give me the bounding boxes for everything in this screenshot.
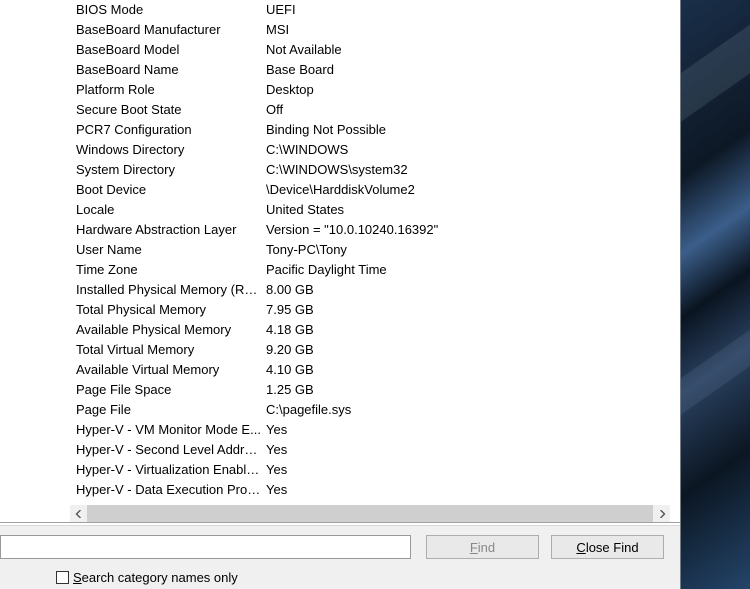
property-value: United States: [266, 200, 680, 220]
property-row[interactable]: BaseBoard NameBase Board: [76, 60, 680, 80]
system-info-window: BIOS ModeUEFIBaseBoard ManufacturerMSIBa…: [0, 0, 681, 589]
property-value: \Device\HarddiskVolume2: [266, 180, 680, 200]
property-row[interactable]: Available Physical Memory4.18 GB: [76, 320, 680, 340]
property-label: Windows Directory: [76, 140, 266, 160]
property-row[interactable]: Hardware Abstraction LayerVersion = "10.…: [76, 220, 680, 240]
property-label: System Directory: [76, 160, 266, 180]
property-label: Hyper-V - Data Execution Prote...: [76, 480, 266, 500]
property-value: C:\pagefile.sys: [266, 400, 680, 420]
property-label: Page File: [76, 400, 266, 420]
property-label: PCR7 Configuration: [76, 120, 266, 140]
property-value: Version = "10.0.10240.16392": [266, 220, 680, 240]
property-label: Available Physical Memory: [76, 320, 266, 340]
property-value: Yes: [266, 480, 680, 500]
property-label: Total Physical Memory: [76, 300, 266, 320]
property-value: Binding Not Possible: [266, 120, 680, 140]
property-row[interactable]: Page File Space1.25 GB: [76, 380, 680, 400]
property-label: Secure Boot State: [76, 100, 266, 120]
property-label: Page File Space: [76, 380, 266, 400]
property-value: Yes: [266, 460, 680, 480]
find-button[interactable]: Find: [426, 535, 539, 559]
scroll-right-icon[interactable]: [653, 505, 670, 522]
property-row[interactable]: Boot Device\Device\HarddiskVolume2: [76, 180, 680, 200]
property-label: Installed Physical Memory (RAM): [76, 280, 266, 300]
property-row[interactable]: Installed Physical Memory (RAM)8.00 GB: [76, 280, 680, 300]
scroll-left-icon[interactable]: [70, 505, 87, 522]
scrollbar-track[interactable]: [87, 505, 653, 522]
property-label: Locale: [76, 200, 266, 220]
property-row[interactable]: Available Virtual Memory4.10 GB: [76, 360, 680, 380]
property-label: BaseBoard Name: [76, 60, 266, 80]
property-value: 1.25 GB: [266, 380, 680, 400]
property-list: BIOS ModeUEFIBaseBoard ManufacturerMSIBa…: [0, 0, 680, 523]
property-label: Boot Device: [76, 180, 266, 200]
property-row[interactable]: Windows DirectoryC:\WINDOWS: [76, 140, 680, 160]
find-input[interactable]: [0, 535, 411, 559]
property-label: Total Virtual Memory: [76, 340, 266, 360]
property-value: C:\WINDOWS\system32: [266, 160, 680, 180]
property-value: Not Available: [266, 40, 680, 60]
property-value: MSI: [266, 20, 680, 40]
search-category-label: Search category names only: [73, 571, 238, 584]
property-label: Available Virtual Memory: [76, 360, 266, 380]
property-value: 8.00 GB: [266, 280, 680, 300]
property-row[interactable]: PCR7 ConfigurationBinding Not Possible: [76, 120, 680, 140]
property-value: Pacific Daylight Time: [266, 260, 680, 280]
property-row[interactable]: Total Physical Memory7.95 GB: [76, 300, 680, 320]
property-label: Hardware Abstraction Layer: [76, 220, 266, 240]
property-row[interactable]: BIOS ModeUEFI: [76, 0, 680, 20]
property-row[interactable]: Total Virtual Memory9.20 GB: [76, 340, 680, 360]
property-label: Hyper-V - Second Level Addres...: [76, 440, 266, 460]
property-row[interactable]: User NameTony-PC\Tony: [76, 240, 680, 260]
property-row[interactable]: Hyper-V - Second Level Addres...Yes: [76, 440, 680, 460]
property-value: 7.95 GB: [266, 300, 680, 320]
find-panel: Find Close Find Search category names on…: [0, 525, 680, 589]
horizontal-scrollbar[interactable]: [70, 505, 670, 522]
property-value: Off: [266, 100, 680, 120]
property-row[interactable]: LocaleUnited States: [76, 200, 680, 220]
property-value: 9.20 GB: [266, 340, 680, 360]
property-row[interactable]: System DirectoryC:\WINDOWS\system32: [76, 160, 680, 180]
property-label: BIOS Mode: [76, 0, 266, 20]
property-label: BaseBoard Model: [76, 40, 266, 60]
property-value: Yes: [266, 440, 680, 460]
property-row[interactable]: Platform RoleDesktop: [76, 80, 680, 100]
scrollbar-thumb[interactable]: [87, 505, 653, 522]
desktop-background: [680, 0, 750, 589]
property-label: Time Zone: [76, 260, 266, 280]
property-label: Hyper-V - VM Monitor Mode E...: [76, 420, 266, 440]
property-value: UEFI: [266, 0, 680, 20]
property-row[interactable]: Hyper-V - Virtualization Enable...Yes: [76, 460, 680, 480]
property-row[interactable]: Hyper-V - Data Execution Prote...Yes: [76, 480, 680, 500]
property-value: Base Board: [266, 60, 680, 80]
property-row[interactable]: Page FileC:\pagefile.sys: [76, 400, 680, 420]
property-row[interactable]: BaseBoard ModelNot Available: [76, 40, 680, 60]
property-row[interactable]: BaseBoard ManufacturerMSI: [76, 20, 680, 40]
property-label: Hyper-V - Virtualization Enable...: [76, 460, 266, 480]
property-value: Yes: [266, 420, 680, 440]
property-label: BaseBoard Manufacturer: [76, 20, 266, 40]
property-value: 4.10 GB: [266, 360, 680, 380]
property-value: C:\WINDOWS: [266, 140, 680, 160]
property-row[interactable]: Secure Boot StateOff: [76, 100, 680, 120]
property-label: Platform Role: [76, 80, 266, 100]
property-row[interactable]: Time ZonePacific Daylight Time: [76, 260, 680, 280]
property-row[interactable]: Hyper-V - VM Monitor Mode E...Yes: [76, 420, 680, 440]
search-category-checkbox[interactable]: [56, 571, 69, 584]
close-find-button[interactable]: Close Find: [551, 535, 664, 559]
property-value: 4.18 GB: [266, 320, 680, 340]
property-label: User Name: [76, 240, 266, 260]
property-value: Desktop: [266, 80, 680, 100]
property-value: Tony-PC\Tony: [266, 240, 680, 260]
